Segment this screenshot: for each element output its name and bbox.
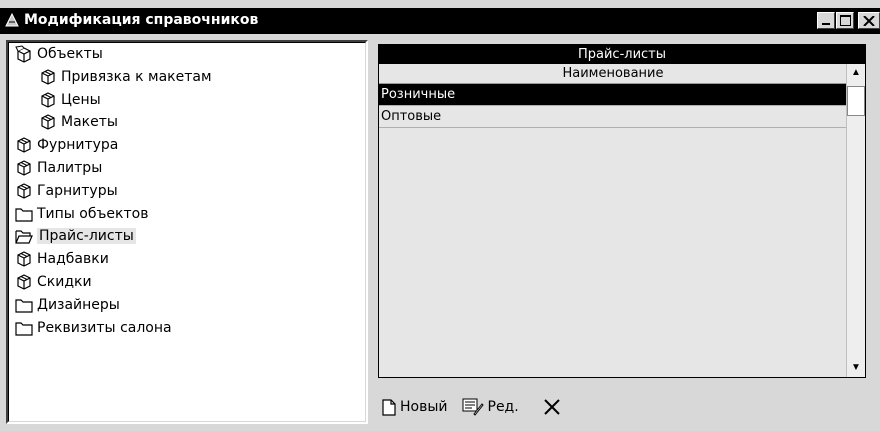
tree-item-label: Объекты bbox=[37, 46, 103, 62]
folder-icon bbox=[15, 320, 37, 336]
cube-icon bbox=[15, 136, 37, 154]
tree-item[interactable]: Прайс-листы bbox=[15, 226, 136, 246]
folder-open-icon bbox=[15, 228, 37, 244]
tree-item-label: Реквизиты салона bbox=[37, 319, 172, 336]
cube-icon bbox=[15, 250, 37, 268]
title-bar[interactable]: Модификация справочников bbox=[0, 8, 880, 34]
tree-item-label: Типы объектов bbox=[37, 205, 149, 222]
tree-item-label: Фурнитура bbox=[37, 137, 119, 154]
tree-item[interactable]: Цены bbox=[39, 90, 101, 110]
delete-button[interactable] bbox=[543, 398, 565, 416]
cube-icon bbox=[39, 68, 61, 86]
new-document-icon bbox=[382, 398, 396, 416]
edit-icon bbox=[462, 398, 484, 416]
new-button[interactable]: Новый bbox=[382, 398, 448, 416]
tree-item[interactable]: Гарнитуры bbox=[15, 181, 118, 201]
folder-icon bbox=[15, 206, 37, 222]
tree-item-label: Цены bbox=[61, 91, 101, 108]
column-header-name[interactable]: Наименование bbox=[379, 64, 847, 84]
tree-item[interactable]: Типы объектов bbox=[15, 204, 148, 224]
tree-item-label: Привязка к макетам bbox=[61, 68, 212, 85]
grid-title: Прайс-листы bbox=[379, 45, 865, 64]
tree-item[interactable]: Фурнитура bbox=[15, 135, 118, 155]
cube-icon bbox=[39, 113, 61, 131]
price-list-grid[interactable]: Прайс-листы Наименование Розничные Оптовы… bbox=[378, 44, 866, 378]
folder-icon bbox=[15, 297, 37, 313]
table-row[interactable]: Розничные bbox=[379, 84, 847, 106]
scroll-thumb[interactable] bbox=[847, 86, 865, 116]
scroll-up-icon[interactable]: ▲ bbox=[847, 64, 865, 82]
grid-toolbar: Новый Ред. bbox=[382, 392, 579, 422]
cube-icon bbox=[15, 182, 37, 200]
tree-item[interactable]: Надбавки bbox=[15, 249, 109, 269]
minimize-icon bbox=[822, 23, 830, 25]
maximize-icon bbox=[840, 15, 851, 26]
reference-tree[interactable]: Объекты Привязка к макетам Цены Макеты Фурни… bbox=[6, 40, 368, 424]
cube-icon bbox=[39, 91, 61, 109]
cube-open-icon bbox=[15, 45, 37, 63]
table-row[interactable]: Оптовые bbox=[379, 106, 847, 128]
window-title: Модификация справочников bbox=[24, 12, 259, 28]
tree-item[interactable]: Скидки bbox=[15, 272, 92, 292]
tree-item-label: Надбавки bbox=[37, 251, 109, 268]
tree-item-label: Скидки bbox=[37, 274, 92, 290]
tree-item-label: Макеты bbox=[61, 114, 118, 131]
tree-item-label: Палитры bbox=[37, 160, 103, 176]
minimize-button[interactable] bbox=[817, 12, 835, 29]
app-icon bbox=[5, 12, 19, 27]
tree-item[interactable]: Дизайнеры bbox=[15, 295, 120, 315]
reference-editor-window: Модификация справочников Объекты Привязка… bbox=[0, 0, 880, 431]
scroll-down-icon[interactable]: ▼ bbox=[847, 359, 865, 377]
tree-item[interactable]: Реквизиты салона bbox=[15, 318, 172, 338]
close-button[interactable] bbox=[858, 12, 880, 29]
vertical-scrollbar[interactable]: ▲ ▼ bbox=[846, 64, 865, 377]
tree-item-label: Прайс-листы bbox=[37, 228, 136, 245]
new-button-label: Новый bbox=[400, 399, 448, 415]
tree-item[interactable]: Палитры bbox=[15, 158, 102, 178]
cube-icon bbox=[15, 159, 37, 177]
tree-item[interactable]: Макеты bbox=[39, 112, 118, 132]
tree-item[interactable]: Объекты bbox=[15, 44, 103, 64]
maximize-button[interactable] bbox=[836, 12, 854, 29]
tree-item-label: Дизайнеры bbox=[37, 296, 120, 313]
tree-item[interactable]: Привязка к макетам bbox=[39, 67, 212, 87]
tree-item-label: Гарнитуры bbox=[37, 182, 118, 199]
edit-button-label: Ред. bbox=[487, 399, 519, 415]
edit-button[interactable]: Ред. bbox=[462, 398, 519, 416]
delete-icon bbox=[543, 399, 560, 415]
close-icon bbox=[863, 16, 875, 26]
cube-icon bbox=[15, 273, 37, 291]
